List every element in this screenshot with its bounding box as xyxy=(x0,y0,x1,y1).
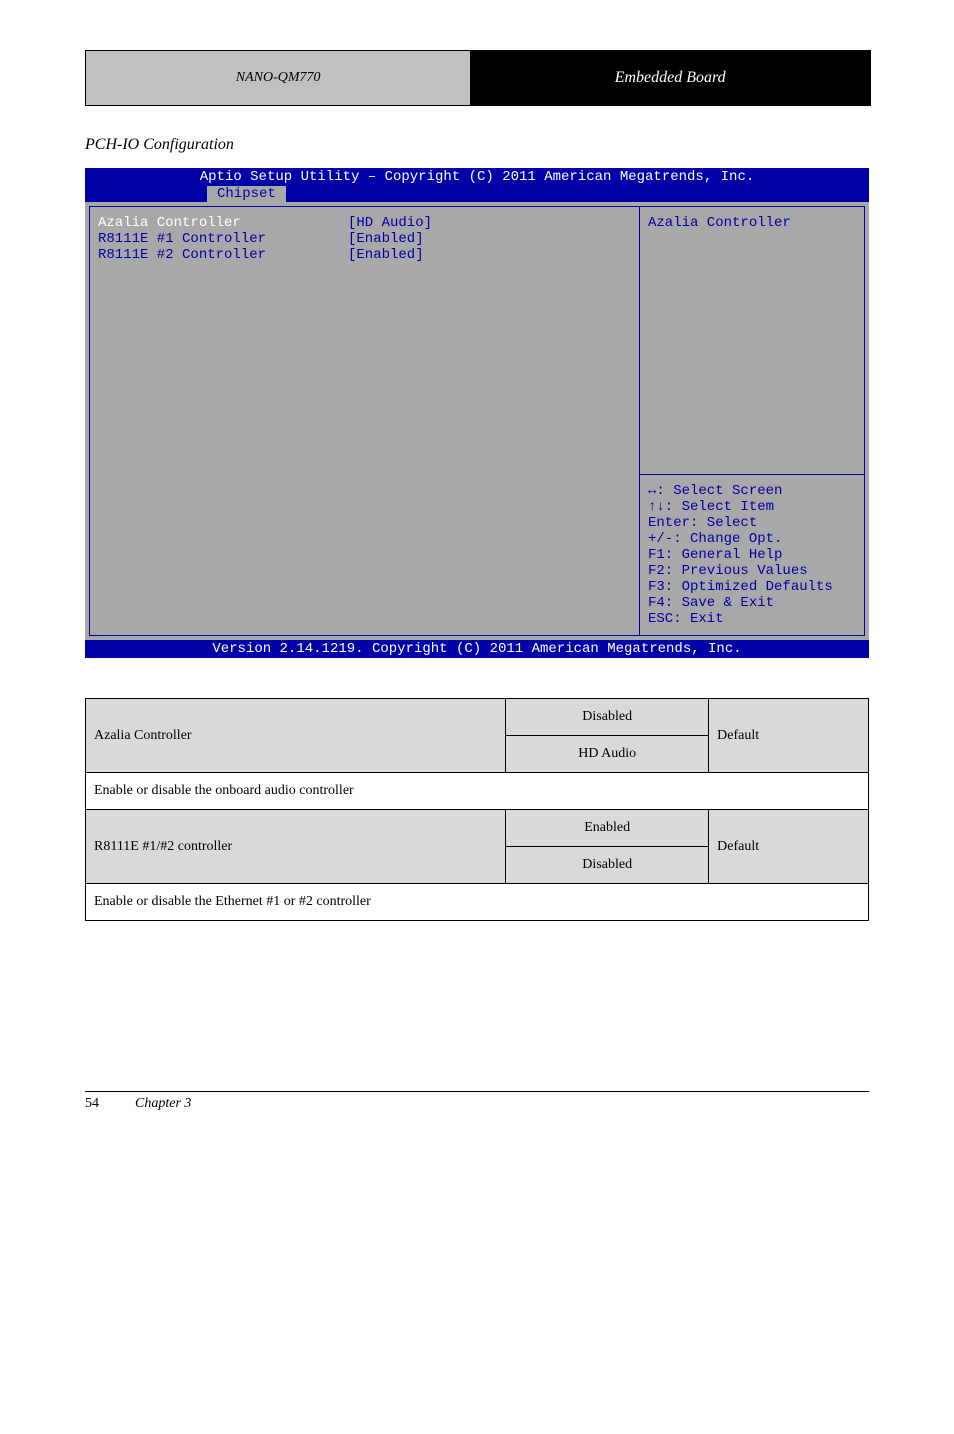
table-row: Azalia Controller Disabled Default xyxy=(86,699,869,736)
section-heading: PCH-IO Configuration xyxy=(85,136,869,154)
option-value: Enabled xyxy=(506,810,709,847)
product-subtitle: NANO-QM770 xyxy=(86,51,470,105)
page-header: NANO-QM770 Embedded Board xyxy=(85,50,871,106)
bios-setting-row[interactable]: Azalia Controller [HD Audio] xyxy=(98,215,631,231)
bios-setting-label: Azalia Controller xyxy=(98,215,348,231)
table-row: Enable or disable the Ethernet #1 or #2 … xyxy=(86,884,869,921)
option-value: Disabled xyxy=(506,847,709,884)
bios-setting-value: [Enabled] xyxy=(348,231,424,247)
page-number: 54 xyxy=(85,1096,135,1112)
option-name: Azalia Controller xyxy=(86,699,506,773)
chapter-label: Chapter 3 xyxy=(135,1096,191,1112)
options-table: Azalia Controller Disabled Default HD Au… xyxy=(85,698,869,921)
option-default-marker: Default xyxy=(709,810,869,884)
tab-chipset[interactable]: Chipset xyxy=(207,186,286,202)
page-footer: 54 Chapter 3 xyxy=(85,1091,869,1112)
bios-setting-value: [Enabled] xyxy=(348,247,424,263)
bios-setting-label: R8111E #2 Controller xyxy=(98,247,348,263)
option-default-marker: Default xyxy=(709,699,869,773)
bios-setting-value: [HD Audio] xyxy=(348,215,432,231)
option-name: R8111E #1/#2 controller xyxy=(86,810,506,884)
bios-title: Aptio Setup Utility – Copyright (C) 2011… xyxy=(85,168,869,186)
bios-help-panel: Azalia Controller ↔: Select Screen ↑↓: S… xyxy=(640,206,865,636)
table-row: Enable or disable the onboard audio cont… xyxy=(86,773,869,810)
product-title: Embedded Board xyxy=(470,51,870,105)
bios-settings-panel: Azalia Controller [HD Audio] R8111E #1 C… xyxy=(89,206,640,636)
bios-setting-row[interactable]: R8111E #2 Controller [Enabled] xyxy=(98,247,631,263)
bios-version-footer: Version 2.14.1219. Copyright (C) 2011 Am… xyxy=(85,640,869,658)
table-row: R8111E #1/#2 controller Enabled Default xyxy=(86,810,869,847)
bios-screenshot: Aptio Setup Utility – Copyright (C) 2011… xyxy=(85,168,869,658)
option-value: Disabled xyxy=(506,699,709,736)
option-description: Enable or disable the onboard audio cont… xyxy=(86,773,869,810)
bios-help-text: Azalia Controller xyxy=(648,215,791,231)
bios-setting-label: R8111E #1 Controller xyxy=(98,231,348,247)
bios-setting-row[interactable]: R8111E #1 Controller [Enabled] xyxy=(98,231,631,247)
bios-tabs: Chipset xyxy=(85,186,869,202)
option-value: HD Audio xyxy=(506,736,709,773)
option-description: Enable or disable the Ethernet #1 or #2 … xyxy=(86,884,869,921)
bios-key-legend: ↔: Select Screen ↑↓: Select Item Enter: … xyxy=(640,474,864,635)
